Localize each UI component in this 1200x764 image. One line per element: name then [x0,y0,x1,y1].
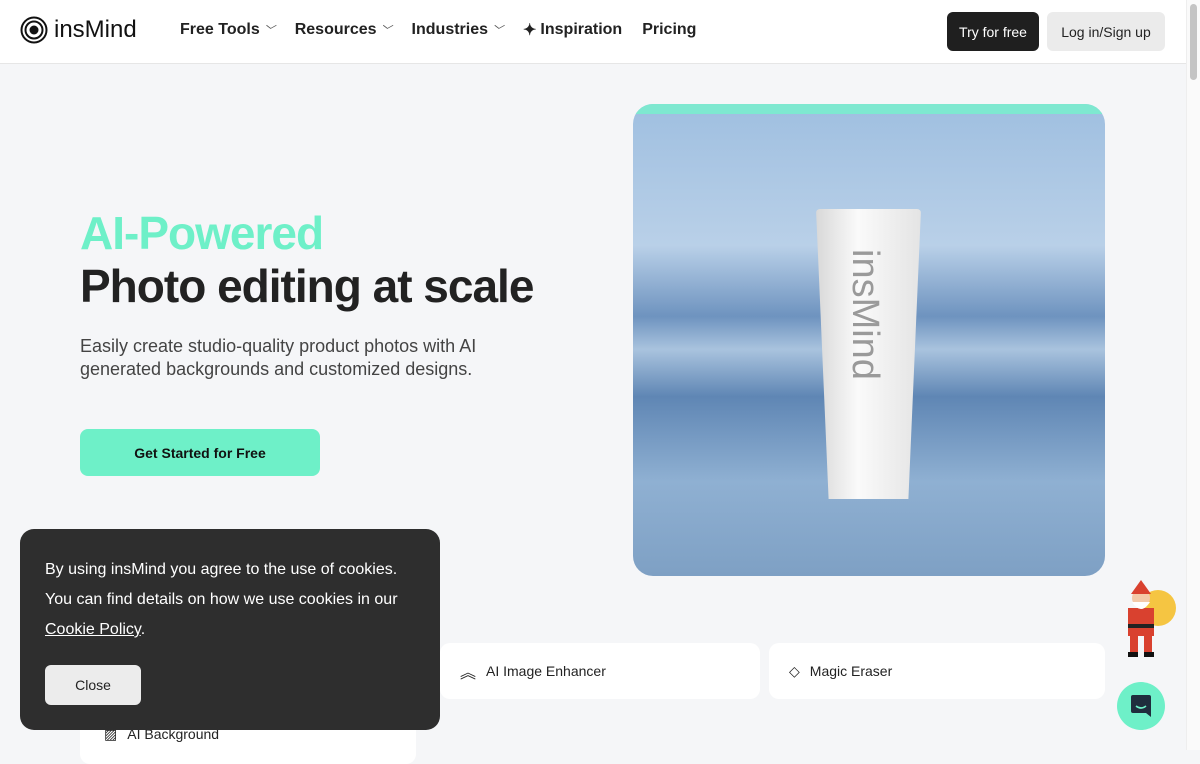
nav-label: Industries [411,21,489,38]
nav-free-tools[interactable]: Free Tools ﹀ [180,20,275,40]
logo-icon [20,16,48,44]
chevron-down-icon: ﹀ [492,25,504,37]
chat-icon [1131,695,1151,717]
scrollbar[interactable] [1186,0,1200,750]
santa-mascot-icon[interactable] [1118,578,1176,658]
sparkle-icon: ✦ [523,22,537,39]
top-nav: insMind Free Tools ﹀ Resources ﹀ Industrie… [0,0,1186,64]
tool-label: Magic Eraser [809,663,893,679]
cookie-policy-link[interactable]: Cookie Policy [45,621,141,638]
nav-industries[interactable]: Industries ﹀ [412,20,503,40]
cookie-close-button[interactable]: Close [45,665,141,705]
brand-logo[interactable]: insMind [20,16,137,44]
login-signup-button[interactable]: Log in/Sign up [1047,12,1165,51]
eraser-icon: ◇ [789,662,800,679]
tool-card-magic-eraser[interactable]: ◇ Magic Eraser [769,643,1105,699]
nav-label: Free Tools [180,21,260,38]
nav-pricing[interactable]: Pricing [642,20,696,40]
chevron-down-icon: ﹀ [263,25,275,37]
hero-product-image: insMind [633,104,1105,576]
scrollbar-thumb[interactable] [1190,4,1197,80]
tool-label: AI Image Enhancer [486,663,606,679]
brand-name: insMind [54,16,137,43]
chat-support-button[interactable] [1117,682,1165,730]
chevron-down-icon: ﹀ [380,25,392,37]
nav-label: Pricing [642,21,697,38]
product-label: insMind [844,249,886,380]
nav-resources[interactable]: Resources ﹀ [295,20,392,40]
image-accent-bar [633,104,1105,114]
product-tube: insMind [816,209,921,499]
hero-title: Photo editing at scale [80,260,534,312]
nav-inspiration[interactable]: ✦ Inspiration [523,20,622,40]
nav-label: Resources [294,21,377,38]
hero-title-accent: AI-Powered [80,207,324,259]
nav-label: Inspiration [540,21,623,38]
tool-card-ai-image-enhancer[interactable]: ︽ AI Image Enhancer [440,643,760,699]
hero-subtitle: Easily create studio-quality product pho… [80,336,477,379]
cookie-text: By using insMind you agree to the use of… [45,561,398,608]
cookie-text-end: . [140,621,146,638]
try-for-free-button[interactable]: Try for free [947,12,1039,51]
cookie-banner: By using insMind you agree to the use of… [20,529,440,730]
get-started-button[interactable]: Get Started for Free [80,429,320,476]
enhance-chevrons-icon: ︽ [460,665,477,682]
